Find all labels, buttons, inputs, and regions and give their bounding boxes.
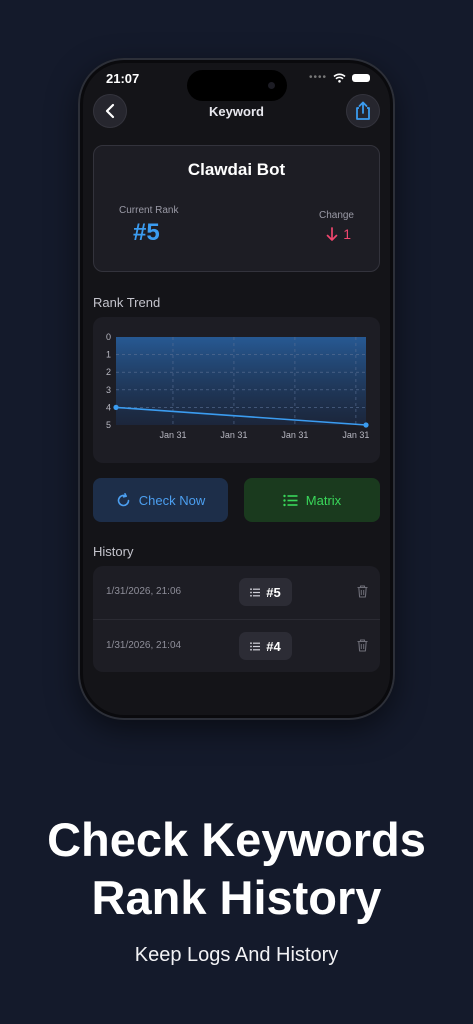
list-icon: [250, 587, 261, 597]
y-tick-label: 0: [106, 332, 111, 342]
check-now-label: Check Now: [138, 492, 206, 508]
signal-icon: ••••: [308, 72, 327, 83]
list-icon: [250, 641, 261, 651]
x-tick-label: Jan 31: [342, 430, 369, 440]
phone-screen: 21:07 •••• Keyword Clawdai Bot Current R…: [83, 63, 390, 715]
promo-subheadline: Keep Logs And History: [134, 944, 339, 966]
camera-dot: [268, 82, 275, 89]
x-tick-label: Jan 31: [281, 430, 308, 440]
change-value: 1: [326, 226, 351, 242]
rank-trend-title: Rank Trend: [93, 295, 161, 310]
promo-headline: Check Keywords Rank History: [0, 811, 473, 927]
history-rank: #5: [266, 584, 281, 600]
y-tick-label: 5: [106, 420, 111, 430]
matrix-label: Matrix: [305, 492, 342, 508]
page-title: Keyword: [209, 104, 264, 119]
wifi-icon: [333, 73, 346, 83]
refresh-icon: [117, 492, 130, 506]
promo-headline-line-1: Check Keywords: [47, 813, 426, 866]
history-row[interactable]: 1/31/2026, 21:04 #4: [93, 619, 380, 672]
check-now-button[interactable]: Check Now: [93, 478, 228, 522]
history-list: 1/31/2026, 21:06 #5 1/31/2026, 21:04 #4: [93, 566, 380, 672]
history-date: 1/31/2026, 21:06: [106, 586, 182, 597]
history-rank-badge[interactable]: #4: [239, 632, 292, 660]
share-icon: [356, 101, 370, 120]
chart-area-fill: [116, 337, 366, 425]
status-icons: ••••: [309, 72, 370, 83]
current-rank-value: #5: [133, 219, 160, 246]
list-icon: [283, 494, 298, 506]
delete-button[interactable]: [357, 639, 368, 657]
current-rank-label: Current Rank: [119, 205, 179, 216]
battery-icon: [352, 73, 370, 82]
y-tick-label: 2: [106, 367, 111, 377]
rank-trend-svg: 0 1 2 3 4 5 Jan 31 Jan 31 Jan 31 Jan 31: [106, 332, 369, 440]
share-button[interactable]: [346, 94, 380, 128]
rank-trend-chart: 0 1 2 3 4 5 Jan 31 Jan 31 Jan 31 Jan 31: [93, 317, 380, 463]
keyword-title: Clawdai Bot: [187, 160, 286, 179]
phone-frame: 21:07 •••• Keyword Clawdai Bot Current R…: [78, 58, 395, 720]
y-tick-label: 4: [106, 402, 111, 412]
change-number: 1: [343, 226, 351, 242]
trash-icon: [357, 585, 368, 598]
change-label: Change: [318, 210, 354, 221]
x-tick-label: Jan 31: [159, 430, 186, 440]
dynamic-island: [187, 70, 287, 101]
history-rank: #4: [266, 638, 281, 654]
y-tick-label: 3: [106, 385, 111, 395]
history-date: 1/31/2026, 21:04: [106, 640, 182, 651]
x-tick-label: Jan 31: [220, 430, 247, 440]
trash-icon: [357, 639, 368, 652]
y-tick-label: 1: [106, 350, 111, 360]
rank-trend-point: [113, 404, 119, 410]
matrix-button[interactable]: Matrix: [244, 478, 380, 522]
history-title: History: [93, 544, 134, 559]
promo-headline-line-2: Rank History: [91, 871, 382, 924]
history-rank-badge[interactable]: #5: [239, 578, 292, 606]
rank-trend-point: [363, 422, 369, 428]
keyword-summary-card: Clawdai Bot Current Rank #5 Change 1: [93, 145, 380, 272]
arrow-down-icon: [326, 226, 338, 241]
history-row[interactable]: 1/31/2026, 21:06 #5: [93, 566, 380, 619]
delete-button[interactable]: [357, 585, 368, 603]
status-time: 21:07: [106, 71, 140, 86]
